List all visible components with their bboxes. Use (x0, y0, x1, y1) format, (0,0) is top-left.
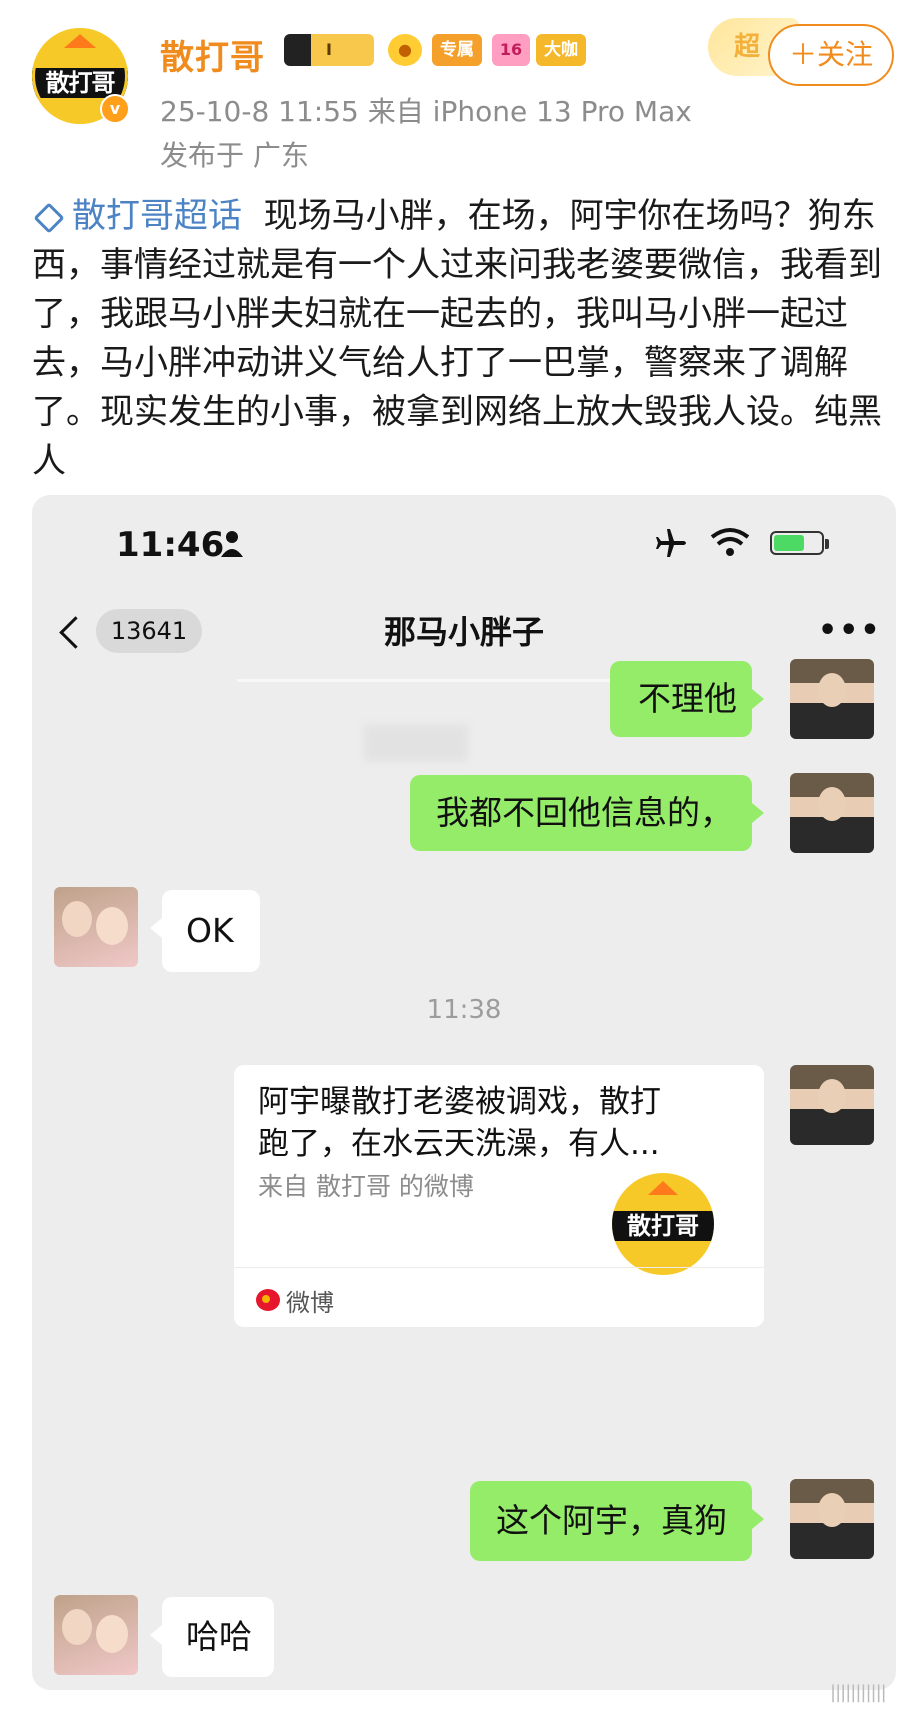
message-text: 我都不回他信息的， (436, 793, 733, 832)
verified-icon: v (100, 94, 130, 124)
message-text: 哈哈 (186, 1617, 252, 1656)
follow-button[interactable]: ＋关注 (768, 24, 894, 86)
card-divider (234, 1267, 764, 1268)
battery-icon (770, 531, 829, 555)
more-icon[interactable]: ••• (818, 613, 882, 648)
message-bubble-sent[interactable]: 我都不回他信息的， (410, 775, 764, 851)
message-text: 不理他 (638, 679, 737, 718)
wifi-icon (710, 528, 750, 556)
user-avatar[interactable] (790, 773, 874, 853)
post-time: 25-10-8 11:55 来自 iPhone 13 Pro Max (160, 95, 692, 128)
blurred-mark (364, 725, 468, 761)
fish-icon[interactable]: ● (388, 34, 422, 66)
post-location: 发布于 广东 (160, 139, 309, 172)
user-avatar[interactable] (790, 1479, 874, 1559)
person-icon (221, 531, 243, 557)
level-badge[interactable]: I (284, 34, 374, 66)
status-time: 11:46 (116, 525, 225, 565)
card-logo: 散打哥 (612, 1173, 714, 1275)
weibo-icon (256, 1289, 280, 1311)
supertopic-icon (33, 201, 65, 234)
author-name[interactable]: 散打哥 (160, 30, 265, 79)
card-app-name: 微博 (286, 1289, 334, 1317)
exclusive-badge[interactable]: 专属 (432, 34, 482, 66)
contact-avatar[interactable] (54, 887, 138, 967)
chat-title: 那马小胖子 (383, 613, 544, 651)
message-bubble-received[interactable]: 哈哈 (150, 1597, 274, 1677)
card-logo-text: 散打哥 (612, 1211, 714, 1241)
card-source: 来自 散打哥 的微博 (258, 1172, 474, 1201)
user-avatar[interactable] (790, 1065, 874, 1145)
card-title: 阿宇曝散打老婆被调戏，散打跑了，在水云天洗澡，有人... (258, 1084, 661, 1162)
contact-avatar[interactable] (54, 1595, 138, 1675)
user-avatar[interactable] (790, 659, 874, 739)
message-text: OK (186, 911, 234, 950)
airplane-icon (656, 529, 686, 557)
message-bubble-sent[interactable]: 不理他 (610, 661, 764, 737)
post-text: 现场马小胖，在场，阿宇你在场吗？狗东西，事情经过就是有一个人过来问我老婆要微信，… (32, 196, 882, 481)
chat-screenshot[interactable]: 11:46 13641 那马小胖子 ••• 不理他 我都不回他信息的， OK 1… (32, 495, 896, 1690)
watermark: ||||||||||| (830, 1682, 887, 1703)
message-text: 这个阿宇，真狗 (496, 1501, 727, 1540)
bigshot-badge[interactable]: 大咖 (536, 34, 586, 66)
message-bubble-received[interactable]: OK (150, 890, 260, 972)
post-body: 散打哥超话 现场马小胖，在场，阿宇你在场吗？狗东西，事情经过就是有一个人过来问我… (32, 192, 894, 486)
supertopic-link[interactable]: 散打哥超话 (32, 196, 242, 236)
message-bubble-sent[interactable]: 这个阿宇，真狗 (470, 1481, 764, 1561)
shared-weibo-card[interactable]: 阿宇曝散打老婆被调戏，散打跑了，在水云天洗澡，有人... 来自 散打哥 的微博 … (234, 1065, 764, 1327)
supertopic-label[interactable]: 散打哥超话 (72, 196, 242, 236)
diamond-icon[interactable]: 16 (492, 34, 530, 66)
time-divider: 11:38 (426, 995, 502, 1025)
